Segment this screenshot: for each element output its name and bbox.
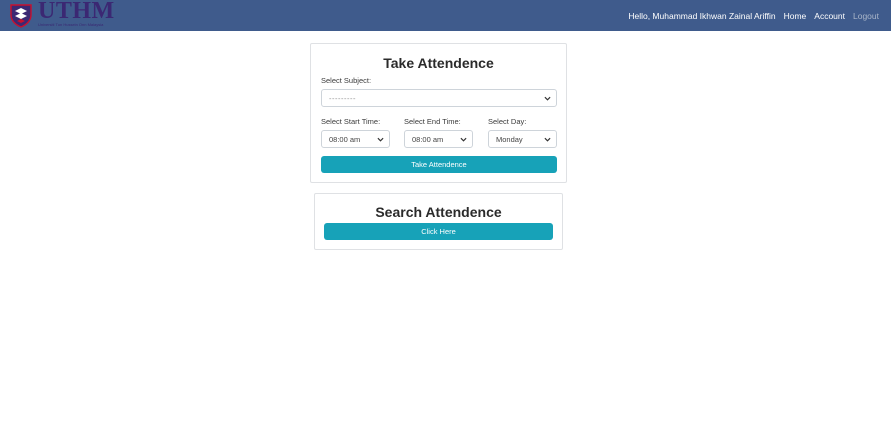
brand-tagline: Universiti Tun Hussein Onn Malaysia <box>38 22 104 27</box>
end-time-select[interactable]: 08:00 am <box>404 130 473 148</box>
day-label: Select Day: <box>488 117 527 126</box>
take-attendance-title: Take Attendence <box>383 55 494 71</box>
chevron-down-icon <box>460 137 467 142</box>
chevron-down-icon <box>544 96 551 101</box>
nav-logout-link[interactable]: Logout <box>853 11 879 21</box>
navbar: UTHM Universiti Tun Hussein Onn Malaysia… <box>0 0 891 31</box>
take-attendance-button[interactable]: Take Attendence <box>321 156 557 173</box>
chevron-down-icon <box>377 137 384 142</box>
nav-links: Hello, Muhammad Ikhwan Zainal Ariffin Ho… <box>620 0 879 31</box>
chevron-down-icon <box>544 137 551 142</box>
subject-select[interactable]: --------- <box>321 89 557 107</box>
end-time-value: 08:00 am <box>412 134 444 144</box>
brand-wordmark: UTHM Universiti Tun Hussein Onn Malaysia <box>38 0 138 28</box>
brand-name: UTHM <box>38 0 115 24</box>
search-attendance-card: Search Attendence Click Here <box>314 193 563 250</box>
user-greeting: Hello, Muhammad Ikhwan Zainal Ariffin <box>628 10 776 21</box>
search-attendance-title: Search Attendence <box>375 204 502 220</box>
shield-icon <box>10 4 32 28</box>
take-attendance-card: Take Attendence Select Subject: --------… <box>310 43 567 183</box>
nav-home-link[interactable]: Home <box>784 11 807 21</box>
nav-account-link[interactable]: Account <box>814 11 845 21</box>
end-time-label: Select End Time: <box>404 117 461 126</box>
start-time-select[interactable]: 08:00 am <box>321 130 390 148</box>
brand-logo[interactable]: UTHM Universiti Tun Hussein Onn Malaysia <box>8 0 114 28</box>
start-time-value: 08:00 am <box>329 134 361 144</box>
search-attendance-button[interactable]: Click Here <box>324 223 553 240</box>
subject-label: Select Subject: <box>321 76 372 85</box>
subject-select-value: --------- <box>329 93 356 103</box>
day-select[interactable]: Monday <box>488 130 557 148</box>
start-time-label: Select Start Time: <box>321 117 381 126</box>
day-value: Monday <box>496 134 523 144</box>
